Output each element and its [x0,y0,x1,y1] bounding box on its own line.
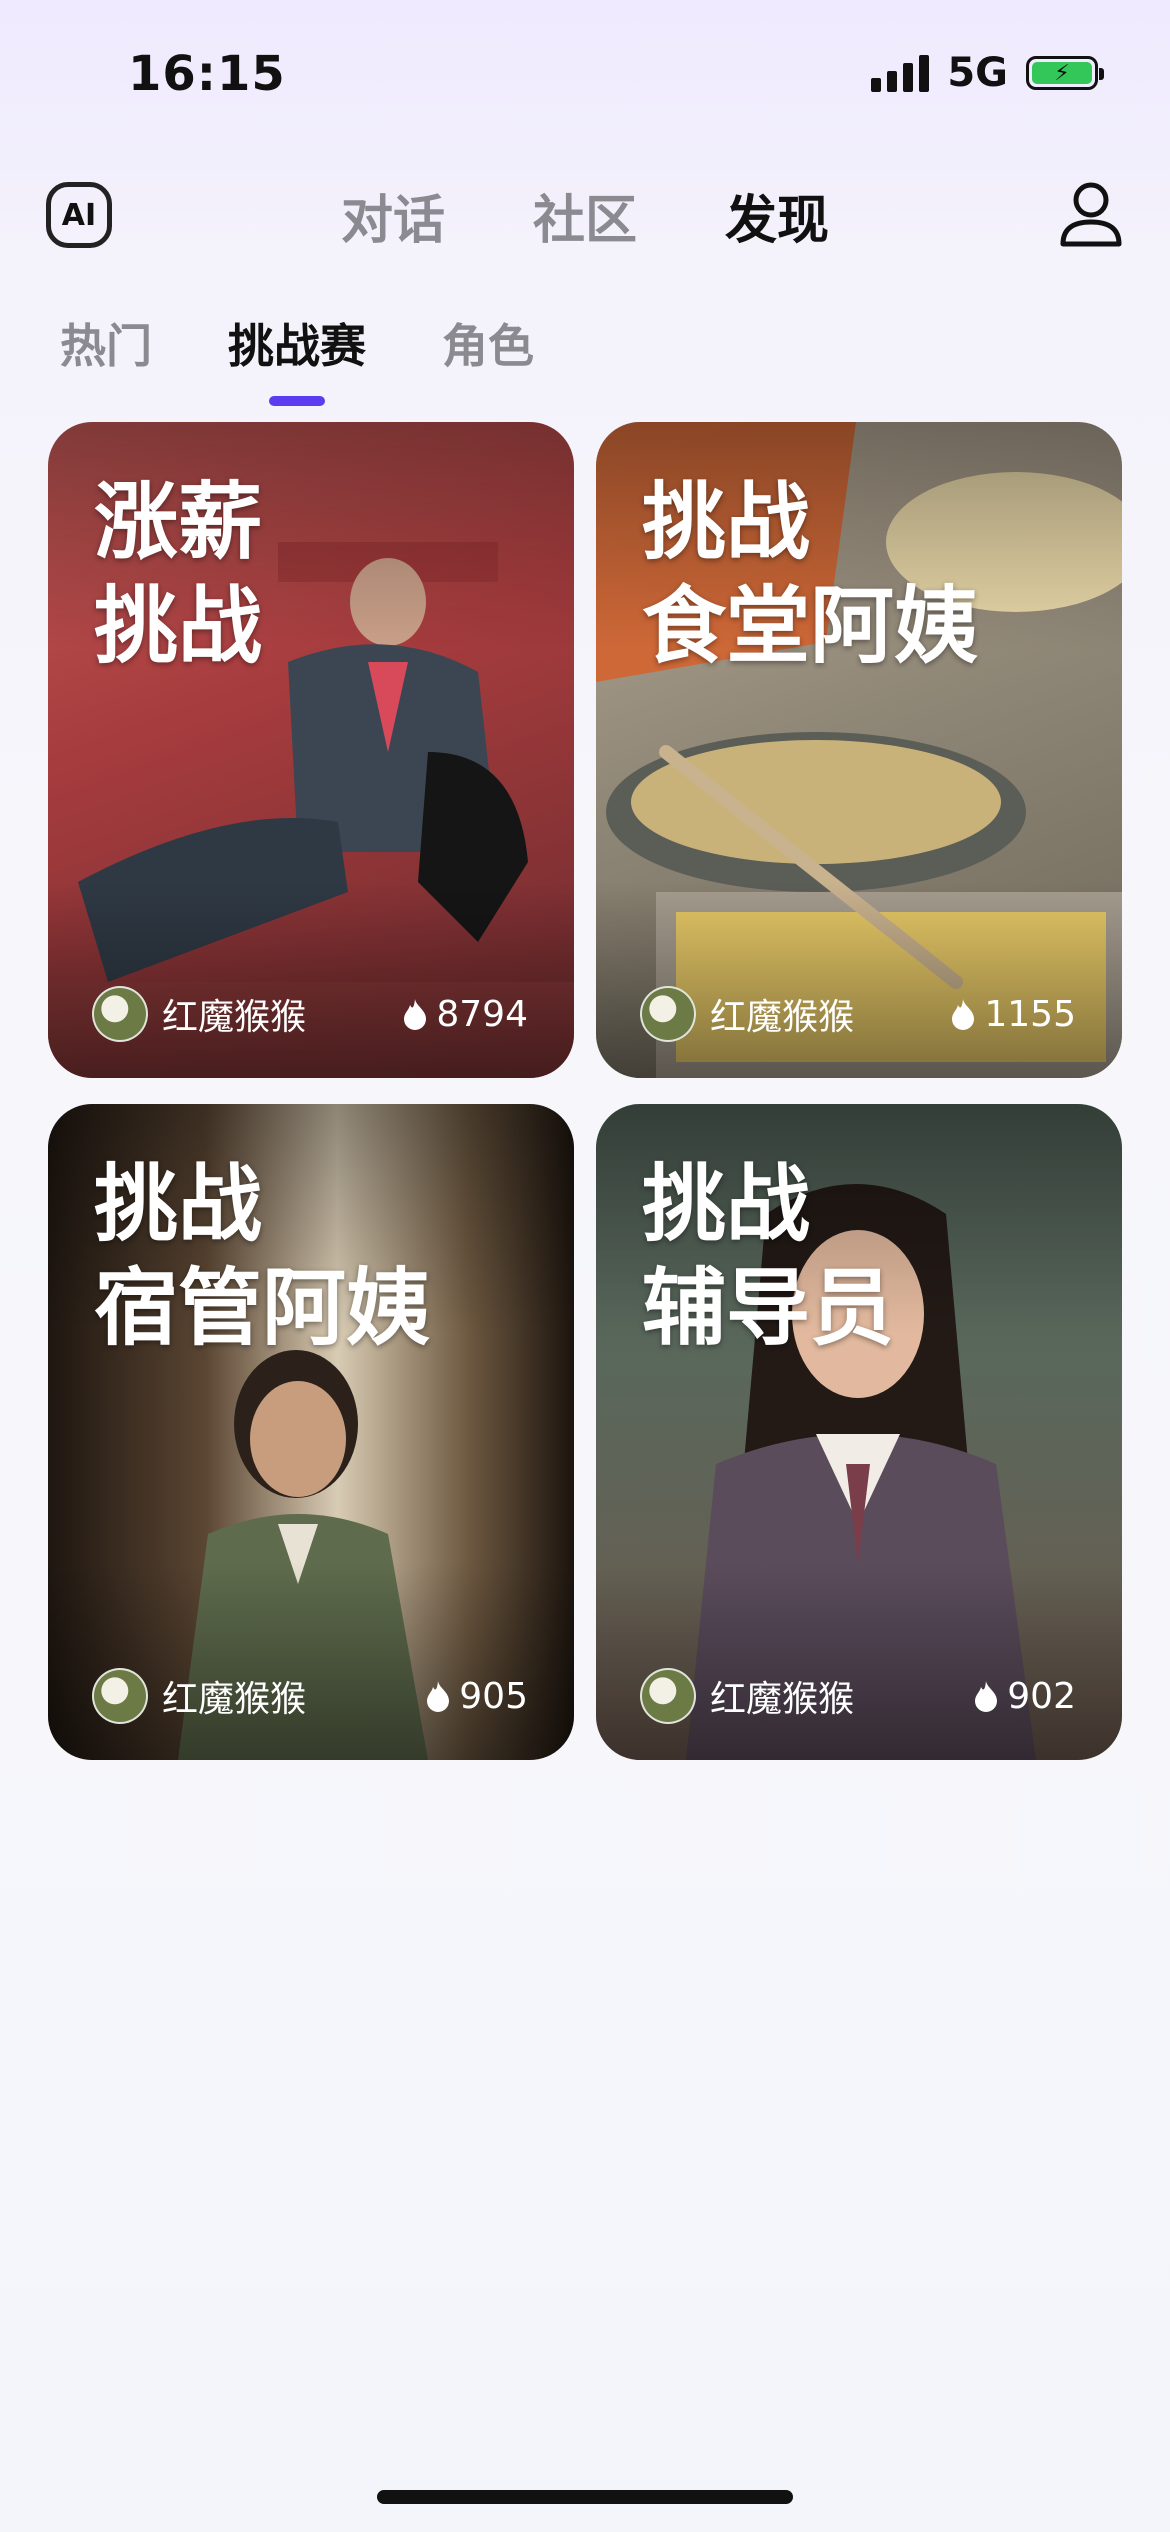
card-title-line: 挑战 [94,577,263,675]
heat-value: 1155 [984,993,1076,1035]
home-indicator[interactable] [377,2490,793,2504]
challenge-grid: 涨薪 挑战 红魔猴猴 8794 挑战 食堂阿姨 红魔猴猴 1155 挑战 宿管阿… [48,422,1122,1760]
subtab-challenge-label: 挑战赛 [228,319,366,373]
heat-value: 902 [1007,1675,1076,1717]
tab-chat[interactable]: 对话 [341,178,445,253]
subtab-role-label: 角色 [442,319,534,373]
heat-count: 8794 [402,994,528,1035]
card-title-line: 挑战 [642,1155,811,1253]
network-type: 5G [947,50,1008,96]
avatar [640,1668,696,1724]
card-title: 挑战 宿管阿姨 [94,1152,430,1360]
subtab-hot[interactable]: 热门 [60,310,152,376]
card-author[interactable]: 红魔猴猴 [92,1668,306,1724]
card-title: 涨薪 挑战 [94,470,262,678]
main-tabs: 对话 社区 发现 [0,178,1170,253]
flame-icon [952,999,975,1030]
author-name: 红魔猴猴 [162,997,307,1038]
author-name: 红魔猴猴 [710,997,855,1038]
subtab-role[interactable]: 角色 [442,310,534,376]
subtab-hot-label: 热门 [60,319,152,373]
author-name: 红魔猴猴 [162,1679,307,1720]
card-footer: 红魔猴猴 8794 [92,986,528,1042]
card-author[interactable]: 红魔猴猴 [640,1668,854,1724]
card-title-line: 挑战 [94,1155,263,1253]
card-footer: 红魔猴猴 905 [92,1668,528,1724]
active-tab-indicator [269,396,325,406]
card-title: 挑战 食堂阿姨 [642,470,978,678]
flame-icon [427,1681,450,1712]
user-icon[interactable] [1058,180,1124,250]
card-footer: 红魔猴猴 902 [640,1668,1076,1724]
challenge-card[interactable]: 挑战 食堂阿姨 红魔猴猴 1155 [596,422,1122,1078]
challenge-card[interactable]: 挑战 宿管阿姨 红魔猴猴 905 [48,1104,574,1760]
flame-icon [404,999,427,1030]
card-author[interactable]: 红魔猴猴 [640,986,854,1042]
top-nav: AI 对话 社区 发现 [0,170,1170,260]
tab-community[interactable]: 社区 [533,178,637,253]
heat-value: 905 [459,1675,528,1717]
author-name: 红魔猴猴 [710,1679,855,1720]
battery-charging-icon: ⚡ [1026,56,1104,90]
avatar [92,1668,148,1724]
card-title-line: 宿管阿姨 [94,1259,431,1357]
heat-value: 8794 [436,993,528,1035]
heat-count: 905 [425,1676,528,1717]
tab-discover[interactable]: 发现 [725,178,829,253]
card-title-line: 辅导员 [642,1259,895,1357]
status-time: 16:15 [128,46,286,102]
card-title-line: 挑战 [642,473,811,571]
card-author[interactable]: 红魔猴猴 [92,986,306,1042]
challenge-card[interactable]: 挑战 辅导员 红魔猴猴 902 [596,1104,1122,1760]
flame-icon [975,1681,998,1712]
avatar [640,986,696,1042]
card-title-line: 涨薪 [94,473,263,571]
avatar [92,986,148,1042]
sub-tabs: 热门 挑战赛 角色 [60,310,534,406]
card-title-line: 食堂阿姨 [642,577,979,675]
status-bar: 16:15 5G ⚡ [0,0,1170,150]
challenge-card[interactable]: 涨薪 挑战 红魔猴猴 8794 [48,422,574,1078]
cellular-signal-icon [871,54,930,92]
card-title: 挑战 辅导员 [642,1152,894,1360]
status-indicators: 5G ⚡ [871,50,1104,96]
card-footer: 红魔猴猴 1155 [640,986,1076,1042]
subtab-challenge[interactable]: 挑战赛 [228,310,366,406]
heat-count: 1155 [950,994,1076,1035]
heat-count: 902 [973,1676,1076,1717]
